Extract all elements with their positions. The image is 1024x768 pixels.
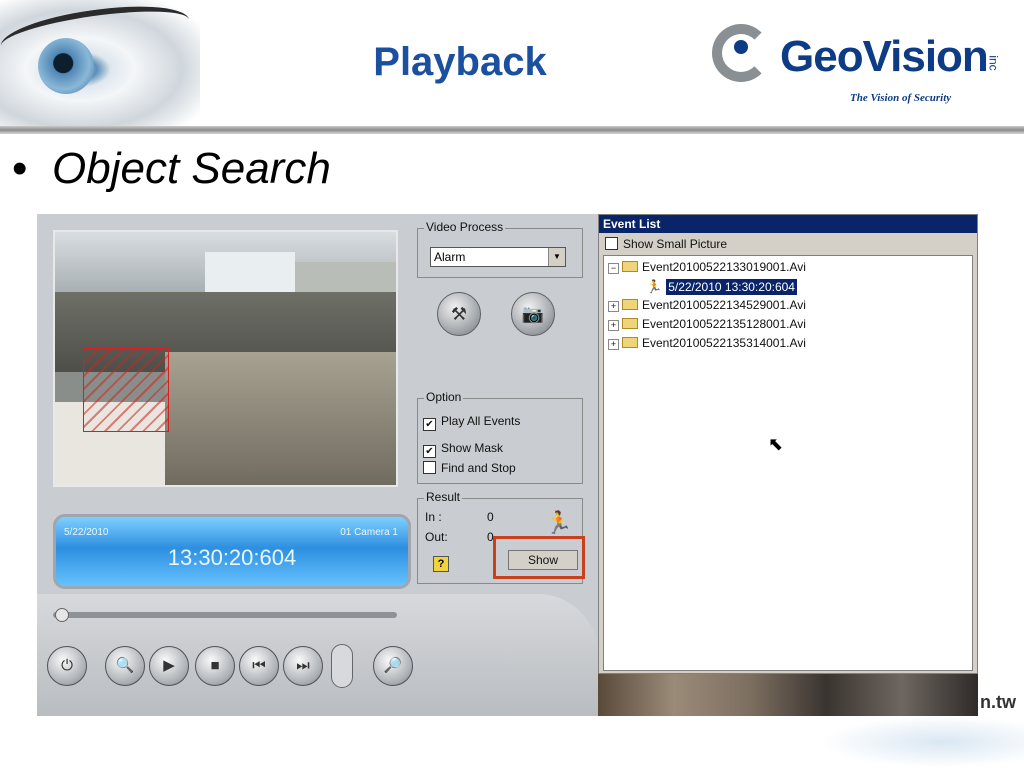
eye-logo-image	[0, 0, 200, 126]
logo-dot-icon	[734, 40, 748, 54]
motion-mask-region	[83, 348, 169, 432]
in-label: In :	[425, 510, 442, 524]
time-display: 5/22/2010 01 Camera 1 13:30:20:604	[53, 514, 411, 589]
checkbox-checked-icon: ✔	[423, 418, 436, 431]
tree-item-selected[interactable]: 🏃 5/22/2010 13:30:20:604	[646, 279, 797, 295]
page-title: Playback	[373, 40, 547, 84]
next-frame-icon: ⏭	[296, 657, 310, 674]
zoom-button[interactable]: 🔍	[105, 646, 145, 686]
show-mask-checkbox[interactable]: ✔ Show Mask	[423, 441, 503, 458]
camera-thumbnail-strip	[598, 674, 978, 716]
bullet-mark: •	[12, 144, 28, 193]
event-list-title: Event List	[599, 215, 977, 233]
snapshot-search-button[interactable]: 🔎	[373, 646, 413, 686]
checkbox-checked-icon: ✔	[423, 445, 436, 458]
show-small-picture-checkbox[interactable]: Show Small Picture	[605, 237, 727, 251]
expand-icon[interactable]: +	[608, 339, 619, 350]
tree-item[interactable]: + Event20100522135128001.Avi	[608, 317, 806, 331]
event-list-window: Event List Show Small Picture − Event2010…	[598, 214, 978, 674]
video-process-select[interactable]: Alarm ▼	[430, 247, 566, 267]
checkbox-unchecked-icon	[423, 461, 436, 474]
desk-area	[165, 352, 396, 485]
play-all-events-label: Play All Events	[441, 414, 521, 428]
stop-button[interactable]: ■	[195, 646, 235, 686]
geovision-logo: GeoVision inc The Vision of Security	[712, 18, 1002, 108]
slide-subtitle: Object Search	[52, 144, 331, 193]
camera-icon: 📷	[521, 304, 545, 324]
eyelash-shape	[0, 0, 193, 69]
play-icon: ▶	[163, 657, 175, 674]
tree-item-label: Event20100522135314001.Avi	[642, 336, 806, 350]
show-mask-label: Show Mask	[441, 441, 504, 455]
option-label: Option	[424, 390, 464, 404]
play-all-events-checkbox[interactable]: ✔ Play All Events	[423, 414, 520, 431]
collapse-icon[interactable]: −	[608, 263, 619, 274]
zoom-icon: 🔍	[115, 657, 135, 674]
mouse-cursor-icon: ⬉	[768, 434, 784, 454]
show-small-picture-label: Show Small Picture	[623, 237, 728, 251]
power-button[interactable]: ⏻	[47, 646, 87, 686]
world-map-decoration	[820, 716, 1024, 768]
tree-item-label: 5/22/2010 13:30:20:604	[666, 279, 797, 295]
help-icon[interactable]: ?	[433, 556, 449, 572]
tools-icon: ⚒	[450, 304, 468, 324]
result-label: Result	[424, 490, 463, 504]
video-process-label: Video Process	[424, 220, 506, 234]
expand-icon[interactable]: +	[608, 301, 619, 312]
out-label: Out:	[425, 530, 448, 544]
tree-item-label: Event20100522134529001.Avi	[642, 298, 806, 312]
event-tree[interactable]: − Event20100522133019001.Avi 🏃 5/22/2010 1…	[603, 255, 973, 671]
video-process-group: Video Process Alarm ▼	[417, 220, 583, 278]
window-area	[205, 252, 295, 292]
prev-frame-icon: ⏮	[252, 657, 266, 674]
tree-item[interactable]: − Event20100522133019001.Avi	[608, 260, 806, 274]
seek-knob[interactable]	[55, 608, 69, 622]
checkbox-unchecked-icon	[605, 237, 618, 250]
tool-button[interactable]: ⚒	[437, 292, 481, 336]
running-man-icon: 🏃	[646, 279, 663, 294]
chevron-down-icon[interactable]: ▼	[548, 248, 565, 266]
folder-icon	[622, 318, 638, 329]
display-date: 5/22/2010	[64, 527, 109, 538]
tree-item-label: Event20100522135128001.Avi	[642, 317, 806, 331]
url-fragment: n.tw	[980, 692, 1016, 712]
folder-icon	[622, 299, 638, 310]
logo-wordmark: GeoVision	[780, 32, 989, 81]
prev-frame-button[interactable]: ⏮	[239, 646, 279, 686]
folder-open-icon	[622, 261, 638, 272]
snapshot-search-icon: 🔎	[383, 657, 403, 674]
in-value: 0	[487, 510, 494, 524]
speed-scroller[interactable]	[331, 644, 353, 688]
playback-player-window: 5/22/2010 01 Camera 1 13:30:20:604 Video…	[37, 214, 598, 716]
tree-item-label: Event20100522133019001.Avi	[642, 260, 806, 274]
tree-item[interactable]: + Event20100522135314001.Avi	[608, 336, 806, 350]
camera-button[interactable]: 📷	[511, 292, 555, 336]
stop-icon: ■	[210, 657, 220, 674]
folder-icon	[622, 337, 638, 348]
next-frame-button[interactable]: ⏭	[283, 646, 323, 686]
iris-shape	[38, 38, 94, 94]
play-button[interactable]: ▶	[149, 646, 189, 686]
expand-icon[interactable]: +	[608, 320, 619, 331]
power-icon: ⏻	[61, 657, 73, 674]
logo-tagline: The Vision of Security	[850, 92, 952, 104]
seek-track[interactable]	[53, 612, 397, 618]
find-and-stop-label: Find and Stop	[441, 461, 516, 475]
show-button[interactable]: Show	[508, 550, 578, 570]
find-and-stop-checkbox[interactable]: Find and Stop	[423, 461, 516, 475]
display-camera: 01 Camera 1	[340, 527, 398, 538]
tree-item[interactable]: + Event20100522134529001.Avi	[608, 298, 806, 312]
header-divider	[0, 126, 1024, 134]
video-process-value: Alarm	[434, 250, 466, 264]
video-view[interactable]	[53, 230, 398, 487]
logo-inc: inc	[986, 55, 1001, 71]
display-time: 13:30:20:604	[167, 545, 297, 570]
running-man-icon: 🏃	[545, 510, 573, 535]
